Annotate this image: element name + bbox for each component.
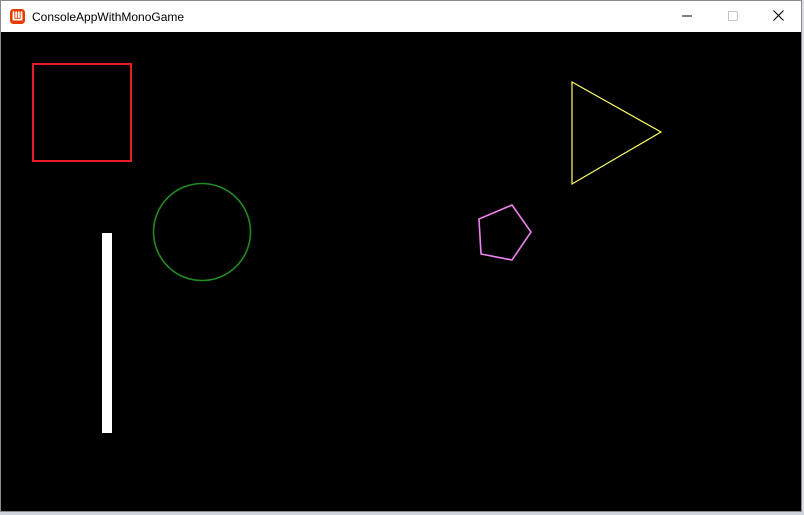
app-window: ConsoleAppWithMonoGame	[0, 0, 802, 512]
game-canvas[interactable]	[1, 32, 801, 511]
yellow-triangle-shape	[571, 80, 663, 186]
minimize-button[interactable]	[664, 1, 710, 32]
maximize-icon	[728, 8, 738, 26]
white-paddle-shape	[102, 233, 112, 433]
monogame-logo-icon[interactable]	[10, 9, 25, 24]
close-button[interactable]	[755, 1, 801, 32]
green-circle-shape	[152, 182, 252, 282]
close-icon	[772, 8, 784, 26]
window-title: ConsoleAppWithMonoGame	[32, 10, 185, 24]
red-square-shape	[32, 63, 132, 162]
minimize-icon	[682, 8, 692, 26]
game-scene	[32, 63, 663, 433]
violet-pentagon-shape	[478, 204, 532, 261]
title-bar[interactable]: ConsoleAppWithMonoGame	[1, 1, 801, 32]
maximize-button[interactable]	[710, 1, 756, 32]
